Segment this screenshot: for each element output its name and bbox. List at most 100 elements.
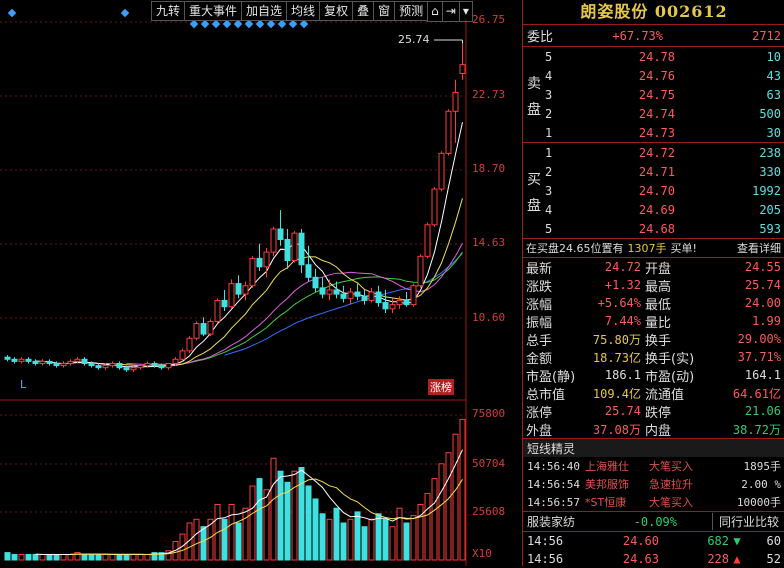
zhangbang-label[interactable]: 涨榜 <box>428 379 454 395</box>
forecast-button[interactable]: 预测 <box>394 1 429 21</box>
sell-row[interactable]: 2 24.74 500 <box>541 104 784 123</box>
price-axis-label: 26.75 <box>472 13 506 26</box>
sell-row[interactable]: 4 24.76 43 <box>541 66 784 85</box>
volume-bar <box>193 518 200 561</box>
volume-bar <box>39 553 46 561</box>
volume-bar <box>291 470 298 561</box>
weibi-value: +67.73% <box>612 28 663 43</box>
volume-bar <box>53 553 60 561</box>
tick-row: 14:56 24.60 682 ▼ 60 <box>523 532 784 550</box>
price-axis-label: 14.63 <box>472 236 506 249</box>
adjust-price-button[interactable]: 复权 <box>319 1 354 21</box>
moving-average-button[interactable]: 均线 <box>286 1 321 21</box>
volume-bar <box>123 553 130 561</box>
industry-row[interactable]: 服装家纺 -0.09% 同行业比较 <box>523 512 784 531</box>
news-item[interactable]: 14:56:40 上海雅仕 大笔买入 1895手 <box>523 457 784 475</box>
volume-bar <box>109 553 116 561</box>
window-button[interactable]: 窗 <box>373 1 396 21</box>
candle-body <box>249 257 256 287</box>
stat-value: 37.08万 <box>592 422 641 437</box>
candle-body <box>368 291 375 301</box>
buy-price: 24.72 <box>638 145 675 160</box>
volume-axis-label: X10 <box>472 547 492 560</box>
volume-bar <box>347 518 354 561</box>
kline-chart-svg[interactable] <box>0 0 522 566</box>
view-detail-link[interactable]: 查看详细 <box>737 240 784 256</box>
stat-value: 24.55 <box>744 260 781 274</box>
buy-price: 24.69 <box>638 202 675 217</box>
news-item[interactable]: 14:56:57 *ST恒康 大笔买入 10000手 <box>523 493 784 511</box>
stat-label: 流通值 <box>645 387 685 403</box>
stats-row: 外盘 37.08万 内盘 38.72万 <box>523 420 784 439</box>
industry-name: 服装家纺 <box>527 515 576 529</box>
candle-body <box>235 283 242 295</box>
volume-bar <box>88 553 95 561</box>
collapse-icon[interactable]: ⇥ <box>441 1 460 22</box>
candle-body <box>410 285 417 306</box>
buy-row[interactable]: 4 24.69 205 <box>541 200 784 219</box>
candle-body <box>172 358 179 364</box>
news-time: 14:56:54 <box>527 477 580 491</box>
buy-level: 5 <box>545 221 553 236</box>
dropdown-icon[interactable]: ▾ <box>458 1 473 22</box>
stat-value: 37.71% <box>737 350 781 364</box>
tick-time: 14:56 <box>527 552 564 566</box>
stat-value: 21.06 <box>744 404 781 418</box>
candle-body <box>88 362 95 367</box>
news-time: 14:56:57 <box>527 495 580 509</box>
event-marker-icon <box>7 8 17 18</box>
overlay-button[interactable]: 叠 <box>352 1 375 21</box>
volume-bar <box>46 553 53 561</box>
industry-compare-button[interactable]: 同行业比较 <box>711 513 784 530</box>
candle-body <box>221 299 228 308</box>
sell-price: 24.75 <box>638 87 675 102</box>
buy-row[interactable]: 5 24.68 593 <box>541 219 784 238</box>
volume-bar <box>4 552 11 561</box>
candle-body <box>200 323 207 335</box>
event-marker-icon <box>244 19 254 29</box>
volume-bar <box>305 485 312 561</box>
buy-level: 2 <box>545 164 553 179</box>
candle-body <box>347 291 354 299</box>
event-marker-icon <box>120 8 130 18</box>
chart-toolbar: 九转 重大事件 加自选 均线 复权 叠 窗 预测 ⌂ ⇥ ▾ <box>151 1 473 22</box>
event-marker-icon <box>211 19 221 29</box>
stat-value: 164.1 <box>744 368 781 382</box>
buy-row[interactable]: 3 24.70 1992 <box>541 181 784 200</box>
buy-row[interactable]: 2 24.71 330 <box>541 162 784 181</box>
candle-body <box>193 323 200 339</box>
down-arrow-icon: ▼ <box>733 534 741 548</box>
sell-price: 24.78 <box>638 49 675 64</box>
sell-row[interactable]: 1 24.73 30 <box>541 123 784 142</box>
stat-label: 涨跌 <box>526 279 553 295</box>
candle-body <box>39 360 46 364</box>
volume-bar <box>445 452 452 561</box>
volume-bar <box>403 522 410 561</box>
sell-row[interactable]: 5 24.78 10 <box>541 47 784 66</box>
volume-bar <box>144 553 151 561</box>
news-item[interactable]: 14:56:54 美邦服饰 急速拉升 2.00 % <box>523 475 784 493</box>
lock-icon[interactable]: ⌂ <box>427 1 443 22</box>
volume-bar <box>60 553 67 561</box>
kline-chart-area[interactable]: 九转 重大事件 加自选 均线 复权 叠 窗 预测 ⌂ ⇥ ▾ 26.75 22.… <box>0 0 522 566</box>
jiuzhuan-button[interactable]: 九转 <box>151 1 186 21</box>
candle-body <box>270 228 277 253</box>
order-note[interactable]: 在买盘24.65位置有 1307手 买单! 查看详细 <box>523 239 784 257</box>
stat-label: 开盘 <box>645 261 672 277</box>
sell-row[interactable]: 3 24.75 63 <box>541 85 784 104</box>
sell-book: 卖 盘 5 24.78 10 4 24.76 43 3 24.75 63 2 24.74 500 1 24… <box>523 47 784 142</box>
stat-label: 涨停 <box>526 405 553 421</box>
sell-level: 1 <box>545 125 553 140</box>
buy-row[interactable]: 1 24.72 238 <box>541 143 784 162</box>
event-marker-icon <box>200 19 210 29</box>
volume-bar <box>438 463 445 561</box>
stat-label: 换手 <box>645 333 672 349</box>
candle-body <box>340 293 347 299</box>
add-watchlist-button[interactable]: 加自选 <box>241 1 288 21</box>
buy-volume: 238 <box>759 145 781 160</box>
sell-price: 24.73 <box>638 125 675 140</box>
volume-bar <box>263 489 270 561</box>
news-header[interactable]: 短线精灵 <box>523 439 784 457</box>
major-events-button[interactable]: 重大事件 <box>184 1 243 21</box>
candle-body <box>424 224 431 257</box>
